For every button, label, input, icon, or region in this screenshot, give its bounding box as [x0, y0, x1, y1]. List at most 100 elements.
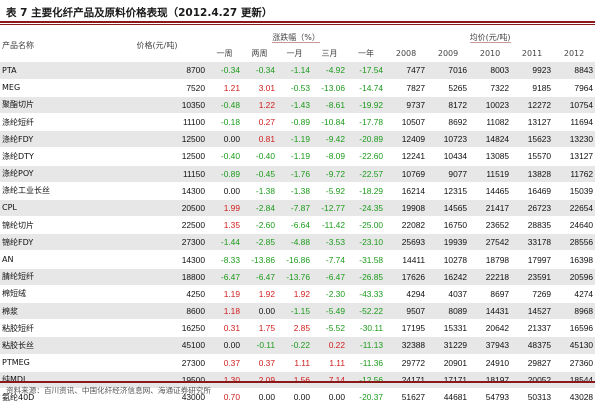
- avg-price-cell: 10278: [427, 250, 470, 269]
- avg-price-cell: 9507: [385, 301, 428, 320]
- change-cell: 0.27: [242, 112, 277, 131]
- change-cell: -0.89: [277, 112, 312, 131]
- change-cell: -1.14: [277, 61, 312, 80]
- change-cell: -16.86: [277, 250, 312, 269]
- change-cell: -5.92: [312, 181, 347, 200]
- change-cell: 1.21: [207, 78, 242, 97]
- header-row-groups: 产品名称 价格(元/吨) 涨跌幅（%） 均价(元/吨): [0, 29, 595, 62]
- avg-price-cell: 8172: [427, 95, 470, 114]
- avg-price-cell: 17997: [511, 250, 554, 269]
- avg-price-cell: 14411: [385, 250, 428, 269]
- change-cell: -22.57: [347, 164, 386, 183]
- avg-price-cell: 28556: [553, 233, 595, 251]
- header-change-col: 两周: [242, 45, 277, 62]
- change-cell: 1.22: [242, 95, 277, 114]
- table-row: 聚酯切片 10350 -0.48 1.22 -1.43 -8.61 -19.92 9737 81…: [0, 95, 595, 114]
- change-cell: -14.74: [347, 78, 386, 97]
- product-name-cell: 涤纶工业长丝: [0, 181, 107, 200]
- change-cell: 0.37: [207, 353, 242, 372]
- change-cell: -5.52: [312, 319, 347, 337]
- avg-price-cell: 48375: [511, 336, 554, 355]
- source-note: 资料来源：百川资讯、中国化纤经济信息网、海通证券研究所: [6, 386, 212, 395]
- avg-price-cell: 16242: [427, 267, 470, 286]
- change-cell: -4.88: [277, 233, 312, 251]
- avg-price-cell: 13127: [553, 147, 595, 165]
- avg-price-cell: 10434: [427, 147, 470, 165]
- table-row: PTA 8700 -0.34 -0.34 -1.14 -4.92 -17.54 7477 701…: [0, 61, 595, 80]
- table-row: 棉短绒 4250 1.19 1.92 1.92 -2.30 -43.33 4294 4037 86…: [0, 284, 595, 303]
- change-cell: 0.37: [242, 353, 277, 372]
- change-cell: -3.53: [312, 233, 347, 251]
- avg-price-cell: 7016: [427, 61, 470, 80]
- change-cell: 1.18: [207, 301, 242, 320]
- change-cell: -0.53: [277, 78, 312, 97]
- product-name-cell: 涤纶短纤: [0, 112, 107, 131]
- avg-price-cell: 16750: [427, 216, 470, 234]
- change-cell: 0.31: [207, 319, 242, 337]
- table-row: MEG 7520 1.21 3.01 -0.53 -13.06 -14.74 7827 5265…: [0, 78, 595, 97]
- avg-price-cell: 13230: [553, 130, 595, 148]
- price-cell: 45100: [107, 336, 207, 355]
- avg-price-cell: 7477: [385, 61, 428, 80]
- avg-price-cell: 32388: [385, 336, 428, 355]
- avg-price-cell: 17171: [427, 370, 470, 389]
- header-change-col: 一年: [347, 45, 386, 62]
- table-row: 涤纶工业长丝 14300 0.00 -1.38 -1.38 -5.92 -18.29 1621…: [0, 181, 595, 200]
- product-name-cell: 涤纶DTY: [0, 147, 107, 165]
- product-name-cell: 涤纶POY: [0, 164, 107, 183]
- change-cell: 1.92: [277, 284, 312, 303]
- avg-price-cell: 21337: [511, 319, 554, 337]
- avg-price-cell: 14824: [469, 130, 512, 148]
- avg-price-cell: 20052: [511, 370, 554, 389]
- change-cell: 1.11: [277, 353, 312, 372]
- change-cell: 1.19: [207, 284, 242, 303]
- change-cell: -8.61: [312, 95, 347, 114]
- change-cell: -2.30: [312, 284, 347, 303]
- change-cell: -30.11: [347, 319, 386, 337]
- avg-price-cell: 31229: [427, 336, 470, 355]
- avg-price-cell: 26723: [511, 198, 554, 217]
- avg-price-cell: 43028: [553, 387, 595, 405]
- avg-price-cell: 8843: [553, 61, 595, 80]
- avg-price-cell: 14465: [469, 181, 512, 200]
- avg-price-cell: 24910: [469, 353, 512, 372]
- change-cell: -2.60: [242, 216, 277, 234]
- table-row: PTMEG 27300 0.37 0.37 1.11 1.11 -11.36 29772 209…: [0, 353, 595, 372]
- avg-price-cell: 11082: [469, 112, 512, 131]
- table-row: CPL 20500 1.99 -2.84 -7.87 -12.77 -24.35 19908 1…: [0, 198, 595, 217]
- header-year-col: 2009: [427, 45, 470, 62]
- avg-price-cell: 10507: [385, 112, 428, 131]
- change-cell: -12.56: [347, 370, 386, 389]
- avg-price-cell: 22654: [553, 198, 595, 217]
- avg-price-cell: 44681: [427, 387, 470, 405]
- price-cell: 11150: [107, 164, 207, 183]
- change-cell: 0.00: [242, 301, 277, 320]
- change-cell: -5.49: [312, 301, 347, 320]
- avg-price-cell: 12272: [511, 95, 554, 114]
- header-year-col: 2010: [469, 45, 512, 62]
- avg-price-cell: 23652: [469, 216, 512, 234]
- table-row: 粘胶长丝 45100 0.00 -0.11 -0.22 0.22 -11.13 32388 31…: [0, 336, 595, 355]
- change-cell: -7.87: [277, 198, 312, 217]
- change-cell: -0.48: [207, 95, 242, 114]
- change-cell: 0.22: [312, 336, 347, 355]
- avg-price-cell: 9185: [511, 78, 554, 97]
- change-cell: -6.47: [207, 267, 242, 286]
- change-cell: 0.00: [312, 387, 347, 405]
- change-cell: -8.33: [207, 250, 242, 269]
- change-cell: -1.38: [277, 181, 312, 200]
- avg-price-cell: 25693: [385, 233, 428, 251]
- change-cell: -18.29: [347, 181, 386, 200]
- change-cell: 1.92: [242, 284, 277, 303]
- change-cell: -6.64: [277, 216, 312, 234]
- change-cell: -2.84: [242, 198, 277, 217]
- change-cell: -0.34: [242, 61, 277, 80]
- avg-price-cell: 28835: [511, 216, 554, 234]
- avg-price-cell: 45130: [553, 336, 595, 355]
- product-name-cell: PTMEG: [0, 353, 107, 372]
- title-rule: [0, 21, 595, 23]
- change-cell: -8.09: [312, 147, 347, 165]
- avg-price-cell: 15623: [511, 130, 554, 148]
- avg-price-cell: 12315: [427, 181, 470, 200]
- price-cell: 27300: [107, 353, 207, 372]
